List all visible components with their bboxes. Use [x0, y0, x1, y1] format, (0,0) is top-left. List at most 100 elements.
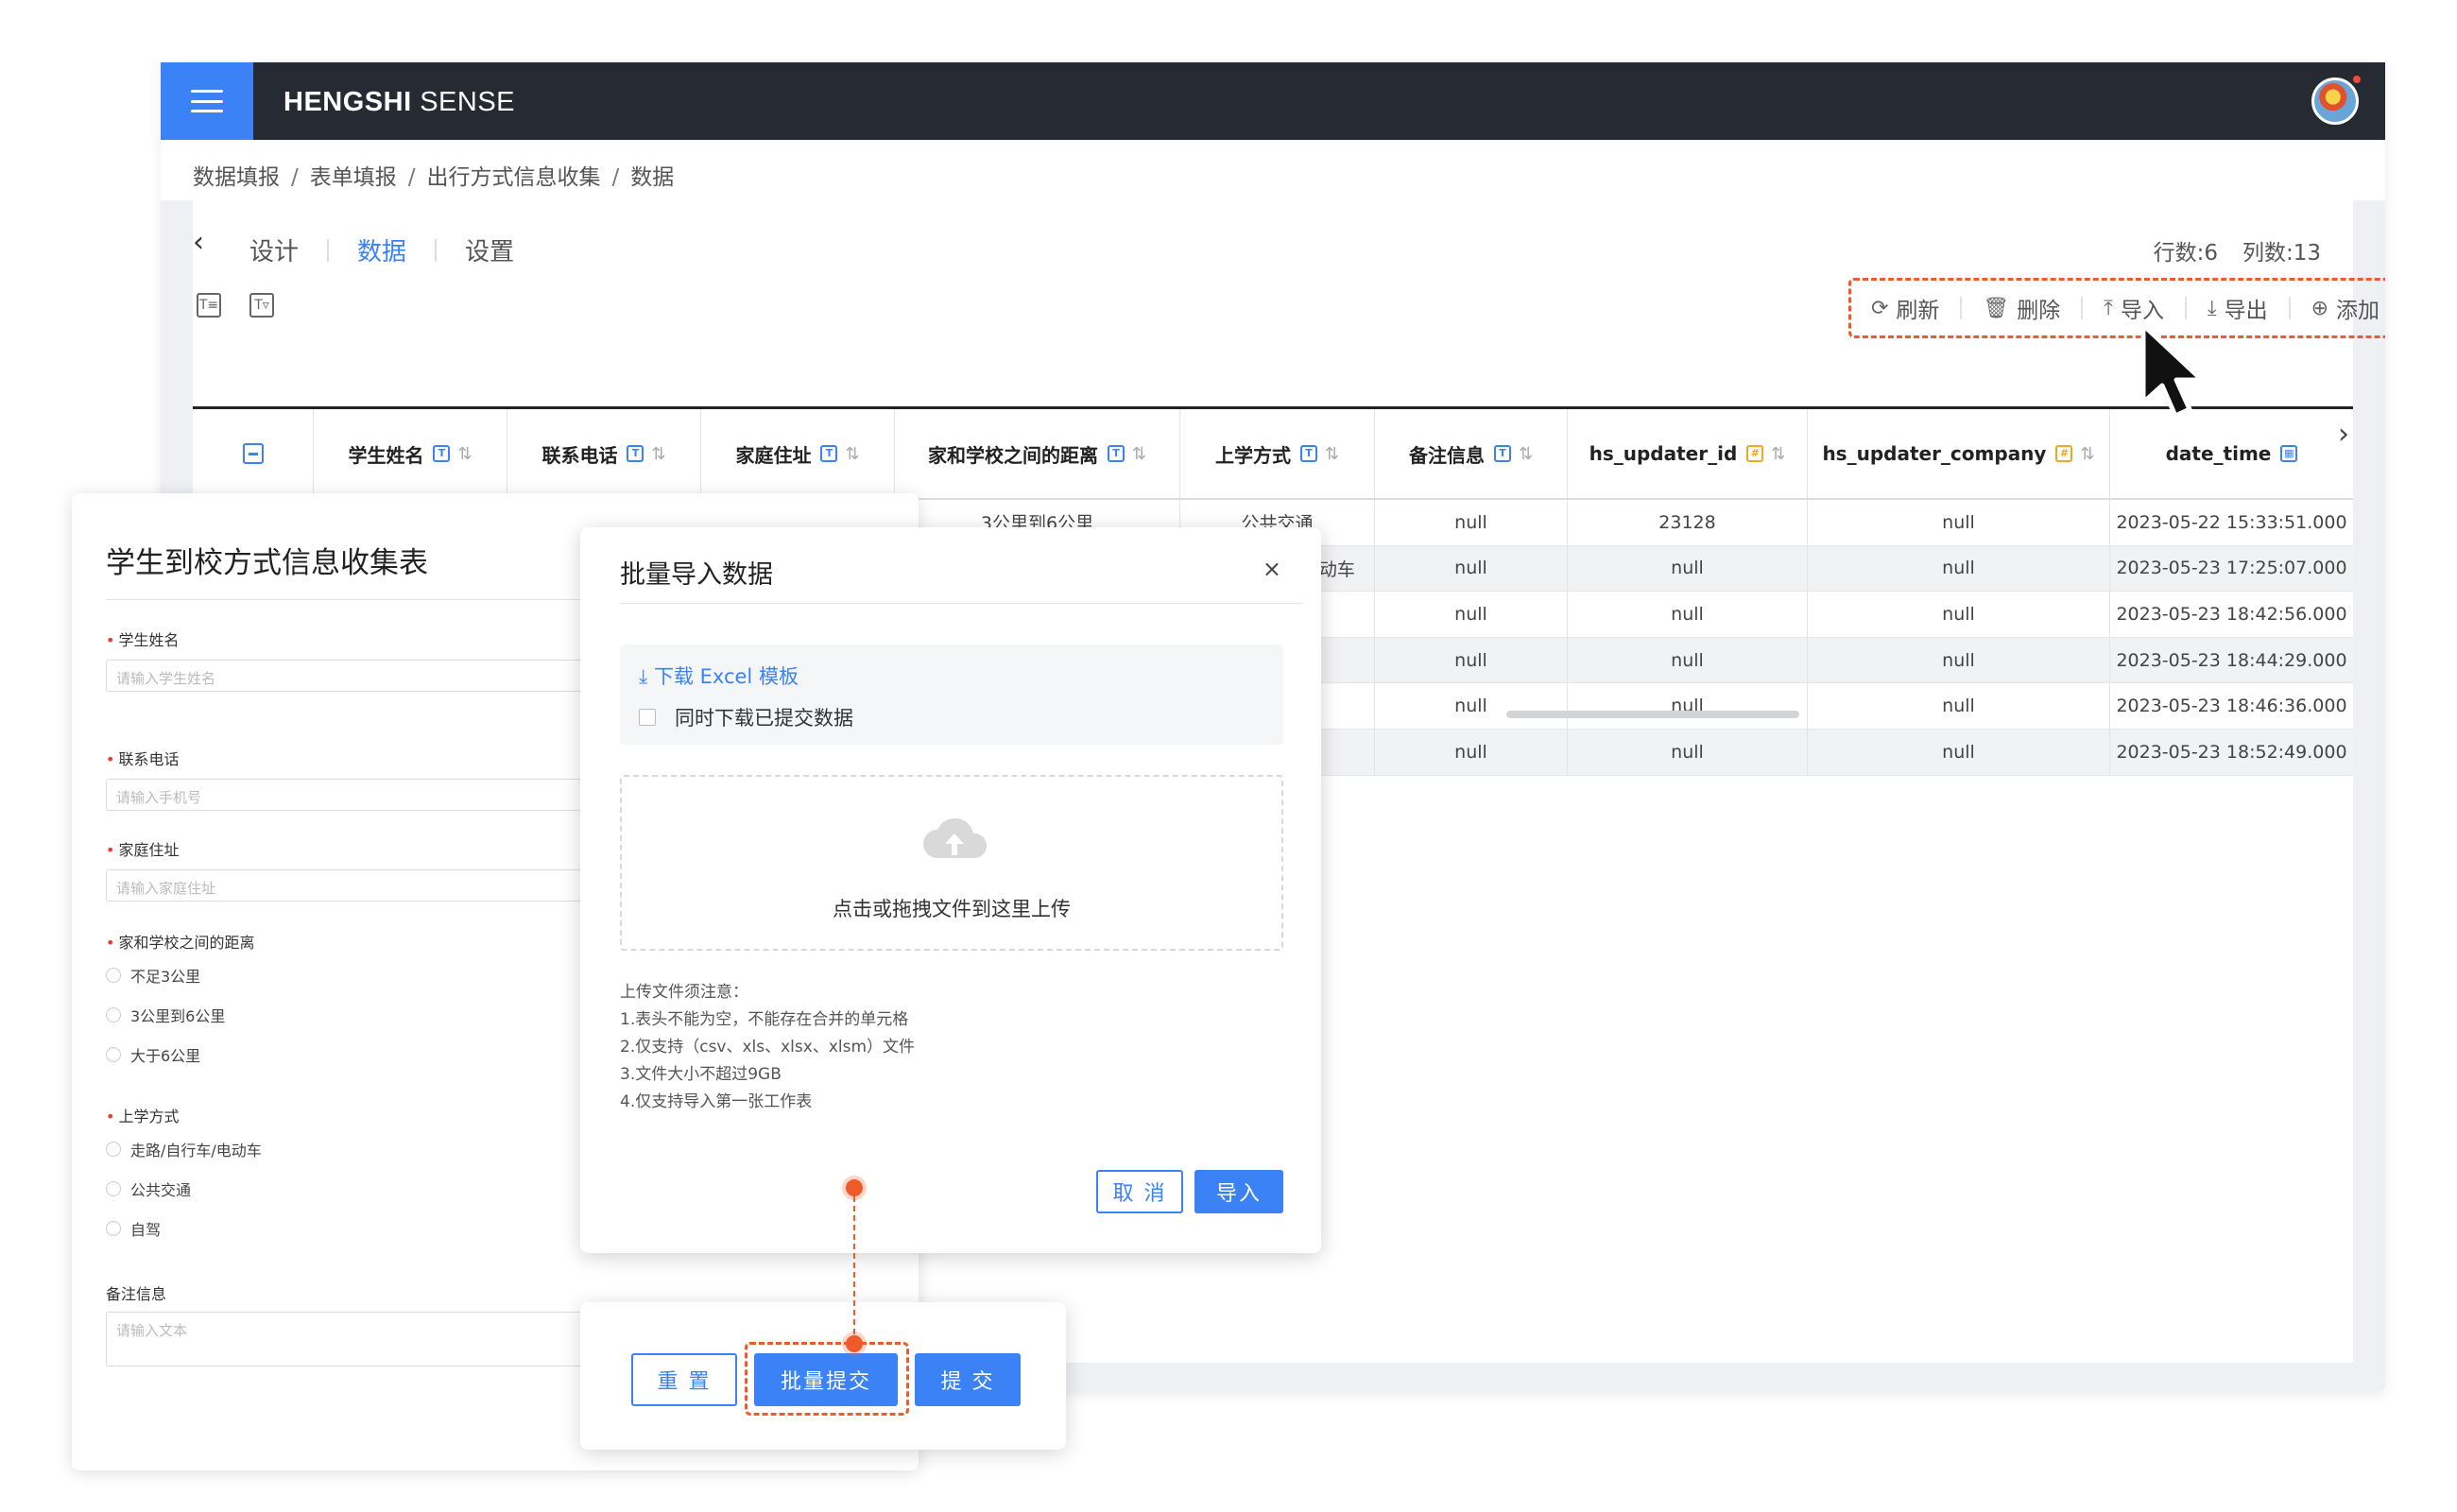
breadcrumb-item[interactable]: 表单填报 — [310, 165, 397, 190]
table-cell: null — [1568, 637, 1808, 683]
avatar[interactable] — [2311, 77, 2359, 125]
tab-design[interactable]: 设计 — [249, 232, 299, 267]
breadcrumb-item[interactable]: 出行方式信息收集 — [427, 165, 601, 190]
radio-icon — [106, 968, 121, 983]
top-bar: HENGSHI SENSE — [161, 62, 2385, 140]
table-cell: null — [1568, 683, 1808, 729]
select-all-checkbox[interactable] — [242, 443, 264, 464]
table-cell: null — [1375, 683, 1568, 729]
text-format-icon[interactable]: T≡ — [197, 293, 221, 318]
text-type-icon: T — [433, 445, 451, 462]
text-type-icon: T — [820, 445, 838, 462]
text-type-icon: T — [1107, 445, 1125, 462]
distance-option[interactable]: 大于6公里 — [106, 1043, 200, 1066]
mode-option[interactable]: 公共交通 — [106, 1177, 191, 1200]
table-cell: null — [1808, 729, 2110, 775]
sort-icon: ⇅ — [1771, 443, 1786, 464]
table-cell: null — [1808, 683, 2110, 729]
sort-icon: ⇅ — [1131, 443, 1147, 464]
column-header[interactable]: 联系电话 T ⇅ — [507, 409, 701, 498]
back-chevron-icon[interactable]: ‹ — [193, 229, 221, 257]
mouse-pointer-icon — [2140, 322, 2205, 419]
distance-option[interactable]: 3公里到6公里 — [106, 1004, 225, 1026]
remark-label: 备注信息 — [106, 1285, 167, 1303]
scroll-right-chevron-icon[interactable]: › — [2338, 418, 2349, 451]
cancel-button[interactable]: 取 消 — [1096, 1170, 1183, 1213]
column-header[interactable]: 备注信息 T ⇅ — [1375, 409, 1568, 498]
distance-label: • 家和学校之间的距离 — [106, 934, 255, 952]
import-button[interactable]: ⤒ 导入 — [2104, 292, 2164, 324]
delete-button[interactable]: 🗑 删除 — [1983, 292, 2060, 324]
upload-notes: 上传文件须注意： 1.表头不能为空，不能存在合并的单元格 2.仅支持（csv、x… — [620, 983, 916, 1111]
column-header[interactable]: hs_updater_id # ⇅ — [1568, 409, 1808, 498]
table-cell: 2023-05-23 18:52:49.000 — [2116, 741, 2347, 763]
table-cell: null — [1568, 545, 1808, 592]
upload-dropzone[interactable]: 点击或拖拽文件到这里上传 — [620, 775, 1283, 951]
callout-dot — [846, 1179, 863, 1196]
text-filter-icon[interactable]: T▿ — [249, 293, 274, 318]
mode-option[interactable]: 自驾 — [106, 1217, 161, 1240]
distance-option[interactable]: 不足3公里 — [106, 964, 200, 987]
breadcrumb: 数据填报 / 表单填报 / 出行方式信息收集 / 数据 — [193, 165, 675, 190]
tab-bar: 设计 数据 设置 — [249, 232, 514, 267]
radio-icon — [106, 1142, 121, 1157]
cloud-upload-icon — [923, 817, 988, 858]
table-cell: 2023-05-23 18:42:56.000 — [2116, 603, 2347, 625]
reset-button[interactable]: 重 置 — [631, 1353, 737, 1406]
toolbar-highlight: ⟳ 刷新 🗑 删除 ⤒ 导入 ⤓ 导出 ⊕ 添加 — [1848, 278, 2385, 338]
column-header[interactable]: 家庭住址 T ⇅ — [701, 409, 895, 498]
submit-button[interactable]: 提 交 — [915, 1353, 1021, 1406]
sort-icon: ⇅ — [2080, 443, 2095, 464]
breadcrumb-item[interactable]: 数据填报 — [193, 165, 280, 190]
select-all-cell[interactable] — [193, 409, 314, 498]
upload-icon: ⤒ — [2104, 296, 2113, 320]
number-type-icon: # — [2055, 445, 2073, 462]
column-header[interactable]: 学生姓名 T ⇅ — [314, 409, 507, 498]
export-button[interactable]: ⤓ 导出 — [2208, 292, 2268, 324]
download-template-link[interactable]: ⤓ 下载 Excel 模板 — [639, 662, 799, 690]
sort-icon: ⇅ — [457, 443, 472, 464]
brand-logo: HENGSHI SENSE — [284, 87, 516, 117]
mode-label: • 上学方式 — [106, 1108, 180, 1125]
table-cell: 2023-05-23 18:44:29.000 — [2116, 649, 2347, 671]
column-header[interactable]: hs_updater_company # ⇅ — [1808, 409, 2110, 498]
table-cell: null — [1568, 592, 1808, 637]
radio-icon — [106, 1181, 121, 1196]
column-header[interactable]: 上学方式 T ⇅ — [1180, 409, 1375, 498]
breadcrumb-bar: 数据填报 / 表单填报 / 出行方式信息收集 / 数据 — [161, 140, 2385, 200]
sort-icon: ⇅ — [651, 443, 666, 464]
column-header[interactable]: 家和学校之间的距离 T ⇅ — [895, 409, 1180, 498]
trash-icon: 🗑 — [1983, 296, 2010, 320]
download-icon: ⤓ — [2207, 296, 2217, 320]
close-icon[interactable]: × — [1263, 556, 1281, 582]
table-counts: 行数:6 列数:13 — [2154, 234, 2321, 266]
table-cell: null — [1808, 592, 2110, 637]
radio-icon — [106, 1047, 121, 1062]
plus-circle-icon: ⊕ — [2311, 296, 2329, 320]
refresh-icon: ⟳ — [1870, 296, 1889, 320]
notification-dot — [2351, 74, 2362, 85]
table-cell: null — [1808, 637, 2110, 683]
horizontal-scrollbar[interactable] — [1506, 711, 1799, 718]
refresh-button[interactable]: ⟳ 刷新 — [1871, 292, 1939, 324]
table-header-row: 学生姓名 T ⇅ 联系电话 T ⇅ 家庭住址 T ⇅ 家和学校之间的距离 T ⇅ 上学方式 T ⇅ … — [193, 409, 2353, 500]
table-cell: null — [1375, 729, 1568, 775]
sort-icon: ⇅ — [1518, 443, 1534, 464]
table-cell: 2023-05-23 18:46:36.000 — [2116, 696, 2347, 717]
download-template-box: ⤓ 下载 Excel 模板 同时下载已提交数据 — [620, 644, 1283, 745]
add-button[interactable]: ⊕ 添加 — [2311, 292, 2380, 324]
menu-button[interactable] — [161, 62, 253, 140]
table-cell: null — [1808, 500, 2110, 545]
include-submitted-checkbox[interactable]: 同时下载已提交数据 — [639, 703, 853, 731]
mode-option[interactable]: 走路/自行车/电动车 — [106, 1138, 262, 1160]
text-type-icon: T — [1299, 445, 1317, 462]
tab-data[interactable]: 数据 — [357, 232, 406, 267]
import-confirm-button[interactable]: 导入 — [1194, 1170, 1283, 1213]
radio-icon — [106, 1007, 121, 1022]
radio-icon — [106, 1221, 121, 1236]
tab-settings[interactable]: 设置 — [465, 232, 514, 267]
column-count: 列数:13 — [2242, 241, 2321, 266]
dialog-title: 批量导入数据 — [620, 560, 773, 590]
text-type-icon: T — [627, 445, 644, 462]
table-cell: 23128 — [1568, 500, 1808, 545]
